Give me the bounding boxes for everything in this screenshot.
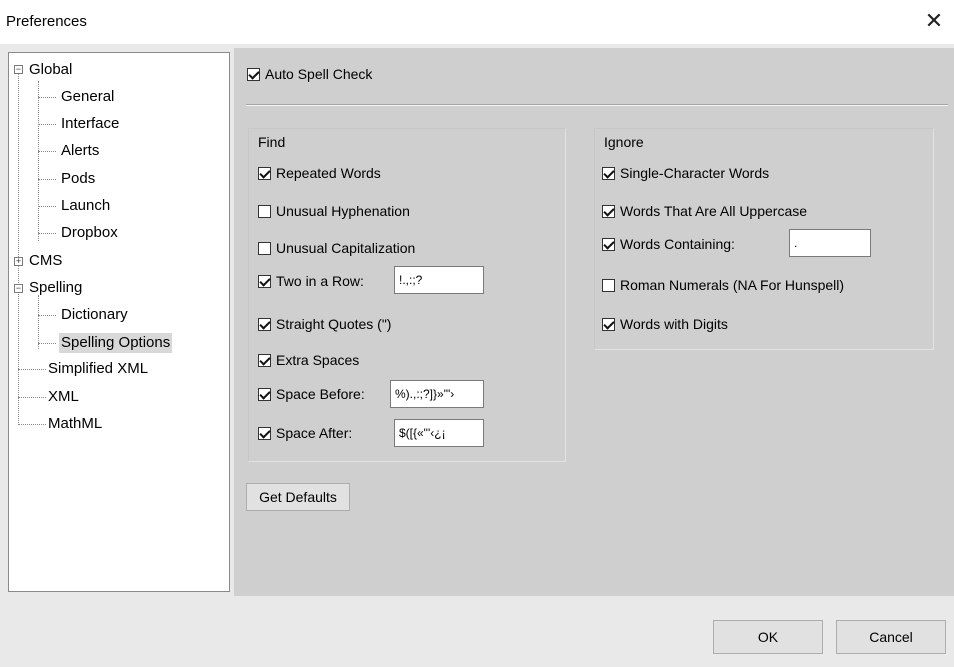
tree-item-cms[interactable]: CMS xyxy=(27,251,64,271)
space-before-field[interactable]: %).,:;?]}»"'› xyxy=(390,380,484,408)
checkbox[interactable] xyxy=(258,426,271,440)
all-uppercase-label: Words That Are All Uppercase xyxy=(620,203,808,219)
auto-spell-check-label: Auto Spell Check xyxy=(265,66,373,82)
unusual-capitalization-option[interactable]: Unusual Capitalization xyxy=(258,240,415,256)
window-title: Preferences xyxy=(6,13,87,30)
tree-line xyxy=(38,206,56,207)
single-character-words-label: Single-Character Words xyxy=(620,165,770,181)
tree-line xyxy=(38,179,56,180)
unusual-capitalization-label: Unusual Capitalization xyxy=(276,240,416,256)
tree-item-launch[interactable]: Launch xyxy=(59,196,112,216)
tree-item-general[interactable]: General xyxy=(59,87,116,107)
collapse-icon[interactable]: − xyxy=(14,65,23,74)
tree-item-pods[interactable]: Pods xyxy=(59,169,97,189)
tree-item-alerts[interactable]: Alerts xyxy=(59,141,101,161)
two-in-row-option[interactable]: Two in a Row: xyxy=(258,273,364,289)
checkbox[interactable] xyxy=(258,241,271,255)
tree-line xyxy=(38,343,56,344)
checkbox[interactable] xyxy=(258,204,271,218)
tree-item-spelling[interactable]: Spelling xyxy=(27,278,84,298)
checkbox[interactable] xyxy=(258,317,271,331)
all-uppercase-option[interactable]: Words That Are All Uppercase xyxy=(602,203,807,219)
two-in-row-label: Two in a Row: xyxy=(276,273,364,289)
straight-quotes-label: Straight Quotes (") xyxy=(276,316,392,332)
checkbox[interactable] xyxy=(258,353,271,367)
single-character-words-option[interactable]: Single-Character Words xyxy=(602,165,769,181)
checkbox[interactable] xyxy=(247,67,260,81)
unusual-hyphenation-label: Unusual Hyphenation xyxy=(276,203,410,219)
tree-line xyxy=(38,151,56,152)
words-containing-label: Words Containing: xyxy=(620,236,735,252)
repeated-words-option[interactable]: Repeated Words xyxy=(258,165,381,181)
repeated-words-label: Repeated Words xyxy=(276,165,381,181)
checkbox[interactable] xyxy=(602,278,615,292)
tree-line xyxy=(38,97,56,98)
separator xyxy=(246,104,948,106)
checkbox[interactable] xyxy=(602,166,615,180)
tree-line xyxy=(38,124,56,125)
two-in-row-field[interactable]: !.,:;? xyxy=(394,266,484,294)
extra-spaces-label: Extra Spaces xyxy=(276,352,360,368)
collapse-icon[interactable]: − xyxy=(14,284,23,293)
title-bar: Preferences ✕ xyxy=(0,0,954,44)
unusual-hyphenation-option[interactable]: Unusual Hyphenation xyxy=(258,203,410,219)
tree-item-global[interactable]: Global xyxy=(27,60,74,80)
tree-line xyxy=(18,369,46,370)
space-before-label: Space Before: xyxy=(276,386,365,402)
words-containing-field[interactable]: . xyxy=(789,229,871,257)
ignore-group-label: Ignore xyxy=(604,134,644,150)
tree-line xyxy=(18,424,46,425)
words-with-digits-label: Words with Digits xyxy=(620,316,728,332)
tree-line xyxy=(38,295,39,349)
checkbox[interactable] xyxy=(258,387,271,401)
tree-item-xml[interactable]: XML xyxy=(46,387,81,407)
straight-quotes-option[interactable]: Straight Quotes (") xyxy=(258,316,391,332)
tree-item-interface[interactable]: Interface xyxy=(59,114,121,134)
tree-line xyxy=(38,233,56,234)
tree-item-spelling-options[interactable]: Spelling Options xyxy=(59,333,173,353)
space-before-option[interactable]: Space Before: xyxy=(258,386,365,402)
words-containing-option[interactable]: Words Containing: xyxy=(602,236,735,252)
tree-item-simplified-xml[interactable]: Simplified XML xyxy=(46,359,150,379)
preferences-tree[interactable]: − + − Global General Interface Alerts Po… xyxy=(8,52,230,592)
close-icon[interactable]: ✕ xyxy=(922,8,946,34)
words-with-digits-option[interactable]: Words with Digits xyxy=(602,316,728,332)
space-after-option[interactable]: Space After: xyxy=(258,425,352,441)
ok-button[interactable]: OK xyxy=(713,620,823,654)
tree-line xyxy=(38,315,56,316)
tree-item-dropbox[interactable]: Dropbox xyxy=(59,223,120,243)
space-after-field[interactable]: $([{«"'‹¿¡ xyxy=(394,419,484,447)
tree-line xyxy=(38,81,39,241)
checkbox[interactable] xyxy=(602,317,615,331)
checkbox[interactable] xyxy=(602,237,615,251)
extra-spaces-option[interactable]: Extra Spaces xyxy=(258,352,359,368)
tree-line xyxy=(18,73,19,425)
space-after-label: Space After: xyxy=(276,425,353,441)
find-group-label: Find xyxy=(258,134,286,150)
checkbox[interactable] xyxy=(602,204,615,218)
auto-spell-check[interactable]: Auto Spell Check xyxy=(247,66,372,82)
tree-item-dictionary[interactable]: Dictionary xyxy=(59,305,130,325)
tree-item-mathml[interactable]: MathML xyxy=(46,414,104,434)
roman-numerals-label: Roman Numerals (NA For Hunspell) xyxy=(620,277,845,293)
checkbox[interactable] xyxy=(258,274,271,288)
get-defaults-button[interactable]: Get Defaults xyxy=(246,483,350,511)
roman-numerals-option[interactable]: Roman Numerals (NA For Hunspell) xyxy=(602,277,844,293)
cancel-button[interactable]: Cancel xyxy=(836,620,946,654)
tree-line xyxy=(18,397,46,398)
expand-icon[interactable]: + xyxy=(14,257,23,266)
checkbox[interactable] xyxy=(258,166,271,180)
